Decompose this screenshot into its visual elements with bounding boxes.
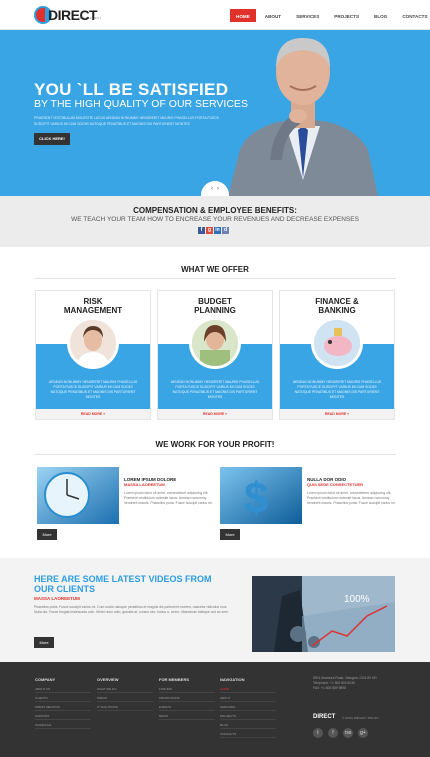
hero-subtitle: BY THE HIGH QUALITY OF OUR SERVICES bbox=[34, 98, 248, 110]
offer-divider bbox=[34, 278, 396, 279]
footer-link[interactable]: ABOUT bbox=[220, 696, 276, 702]
offer-card-budget: BUDGET PLANNING AENEAN NONUMMY HENDRERIT … bbox=[157, 290, 273, 420]
benefits-subtitle: WE TEACH YOUR TEAM HOW TO ENCREASE YOUR … bbox=[71, 216, 359, 223]
footer-link[interactable]: ABOUT US bbox=[35, 687, 91, 693]
logo[interactable]: DIRECT bbox=[34, 6, 98, 24]
footer-copyright[interactable]: © 2013 | PRIVACY POLICY bbox=[342, 716, 379, 720]
card-title: BUDGET PLANNING bbox=[194, 297, 236, 315]
profit-text: Lorem ipsum dolor sit amet, consectetuer… bbox=[307, 491, 396, 506]
card-title: RISK MANAGEMENT bbox=[63, 297, 123, 315]
nav-item-services[interactable]: SERVICES bbox=[290, 9, 325, 22]
profit-title: WE WORK FOR YOUR PROFIT! bbox=[155, 440, 275, 449]
chevron-left-icon[interactable]: ‹ bbox=[211, 186, 213, 192]
footer-column-title: OVERVIEW bbox=[97, 677, 119, 682]
video-percent-text: 100% bbox=[344, 594, 370, 605]
video-thumbnail[interactable]: 100% bbox=[252, 576, 395, 652]
nav-item-about[interactable]: ABOUT bbox=[259, 9, 287, 22]
linkedin-icon[interactable]: in bbox=[214, 227, 221, 234]
profit-divider bbox=[34, 454, 396, 455]
card-photo-money bbox=[189, 317, 241, 369]
chevron-right-icon[interactable]: › bbox=[217, 186, 219, 192]
hero-click-button[interactable]: CLICK HERE! bbox=[34, 133, 70, 145]
main-nav: HOME ABOUT SERVICES PROJECTS BLOG CONTACTS bbox=[230, 9, 430, 22]
profit-item-2: NULLA DOR ODIO QUIS SEDE CONSECTETUER Lo… bbox=[307, 477, 401, 507]
profit-more-button-1[interactable]: More bbox=[37, 529, 57, 540]
hero-title: YOU `LL BE SATISFIED bbox=[34, 80, 229, 99]
nav-item-contacts[interactable]: CONTACTS bbox=[396, 9, 430, 22]
profit-item-1: LOREM IPSUM DOLORE MASSA LAOREETUM Lorem… bbox=[124, 477, 218, 507]
profit-text: Lorem ipsum dolor sit amet, consectetuer… bbox=[124, 491, 213, 506]
footer-contact: 8901 Marmora Road, Glasgow, DO4 89 GR Te… bbox=[313, 676, 403, 691]
card-title: FINANCE & BANKING bbox=[315, 297, 359, 315]
card-text: AENEAN NONUMMY HENDRERIT MAURIS PHASELLU… bbox=[292, 380, 382, 399]
footer-link[interactable]: CLIENTS bbox=[35, 696, 91, 702]
footer-column-overview: OVERVIEW WHAT WE DO PRESS IT SOLUTIONS bbox=[97, 677, 153, 714]
footer-link[interactable]: IT SOLUTIONS bbox=[97, 705, 153, 711]
read-more-link[interactable]: READ MORE » bbox=[36, 409, 150, 419]
footer-column-navigation: NAVIGATION HOME ABOUT SERVICES PROJECTS BLOG C… bbox=[220, 677, 276, 741]
footer-link[interactable]: EVENTS bbox=[159, 705, 215, 711]
google-plus-icon[interactable]: g bbox=[206, 227, 213, 234]
clock-photo bbox=[37, 467, 119, 524]
footer-link[interactable]: PRESS MENTION bbox=[35, 705, 91, 711]
offer-title: WHAT WE OFFER bbox=[181, 265, 249, 274]
card-photo-piggybank bbox=[311, 317, 363, 369]
footer-column-title: FOR MEMBERS bbox=[159, 677, 189, 682]
svg-text:$: $ bbox=[244, 474, 268, 523]
footer-column-title: NAVIGATION bbox=[220, 677, 245, 682]
businessman-photo bbox=[228, 38, 378, 196]
read-more-link[interactable]: READ MORE » bbox=[158, 409, 272, 419]
videos-text: Phasellus porta. Fusce suscipit varius m… bbox=[34, 605, 229, 615]
footer-brand: DIRECT bbox=[313, 714, 336, 720]
footer-column-company: COMPANY ABOUT US CLIENTS PRESS MENTION SUPPO… bbox=[35, 677, 91, 732]
footer-link[interactable]: PROJECTS bbox=[220, 714, 276, 720]
footer-link[interactable]: SCHEDULE bbox=[35, 723, 91, 729]
footer-social: t f rss g+ bbox=[313, 728, 368, 738]
facebook-icon[interactable]: f bbox=[328, 728, 338, 738]
offer-card-finance: FINANCE & BANKING AENEAN NONUMMY HENDRERI… bbox=[279, 290, 395, 420]
footer-column-title: COMPANY bbox=[35, 677, 56, 682]
footer-link[interactable]: SERVICES bbox=[220, 705, 276, 711]
profit-subheading: MASSA LAOREETUM bbox=[124, 482, 165, 487]
facebook-icon[interactable]: f bbox=[198, 227, 205, 234]
google-plus-icon[interactable]: g+ bbox=[358, 728, 368, 738]
footer-link[interactable]: FORUMS bbox=[159, 687, 215, 693]
footer-link[interactable]: PROMOTIONS bbox=[159, 696, 215, 702]
read-more-link[interactable]: READ MORE » bbox=[280, 409, 394, 419]
dollar-photo: $ bbox=[220, 467, 302, 524]
footer-link[interactable]: SUPPORT bbox=[35, 714, 91, 720]
footer-link[interactable]: CONTACTS bbox=[220, 732, 276, 738]
delicious-icon[interactable]: d bbox=[222, 227, 229, 234]
footer-column-for-members: FOR MEMBERS FORUMS PROMOTIONS EVENTS NEWS bbox=[159, 677, 215, 723]
footer-link[interactable]: NEWS bbox=[159, 714, 215, 720]
card-photo-woman bbox=[67, 317, 119, 369]
hero-text: PRAESENT VESTIBULUM MOLESTIE LACUS AENEA… bbox=[34, 116, 219, 126]
offer-card-risk: RISK MANAGEMENT AENEAN NONUMMY HENDRERIT … bbox=[35, 290, 151, 420]
twitter-icon[interactable]: t bbox=[313, 728, 323, 738]
rss-icon[interactable]: rss bbox=[343, 728, 353, 738]
fax-text: FAX: +1 800 889 9898 bbox=[313, 686, 346, 690]
videos-subheading: MASSA LAOREETUM bbox=[34, 596, 80, 601]
videos-more-button[interactable]: More bbox=[34, 637, 54, 648]
social-share: f g in d bbox=[198, 227, 229, 234]
footer-link[interactable]: BLOG bbox=[220, 723, 276, 729]
nav-item-blog[interactable]: BLOG bbox=[368, 9, 393, 22]
logo-text: DIRECT bbox=[48, 7, 98, 23]
footer-link[interactable]: HOME bbox=[220, 687, 276, 693]
nav-item-projects[interactable]: PROJECTS bbox=[328, 9, 365, 22]
footer-link[interactable]: PRESS bbox=[97, 696, 153, 702]
footer-link[interactable]: WHAT WE DO bbox=[97, 687, 153, 693]
profit-subheading: QUIS SEDE CONSECTETUER bbox=[307, 482, 364, 487]
benefits-title: COMPENSATION & EMPLOYEE BENEFITS: bbox=[133, 206, 297, 215]
videos-title: HERE ARE SOME LATEST VIDEOS FROM OUR CLI… bbox=[34, 574, 212, 594]
card-text: AENEAN NONUMMY HENDRERIT MAURIS PHASELLU… bbox=[170, 380, 260, 399]
nav-item-home[interactable]: HOME bbox=[230, 9, 256, 22]
profit-more-button-2[interactable]: More bbox=[220, 529, 240, 540]
card-text: AENEAN NONUMMY HENDRERIT MAURIS PHASELLU… bbox=[48, 380, 138, 399]
